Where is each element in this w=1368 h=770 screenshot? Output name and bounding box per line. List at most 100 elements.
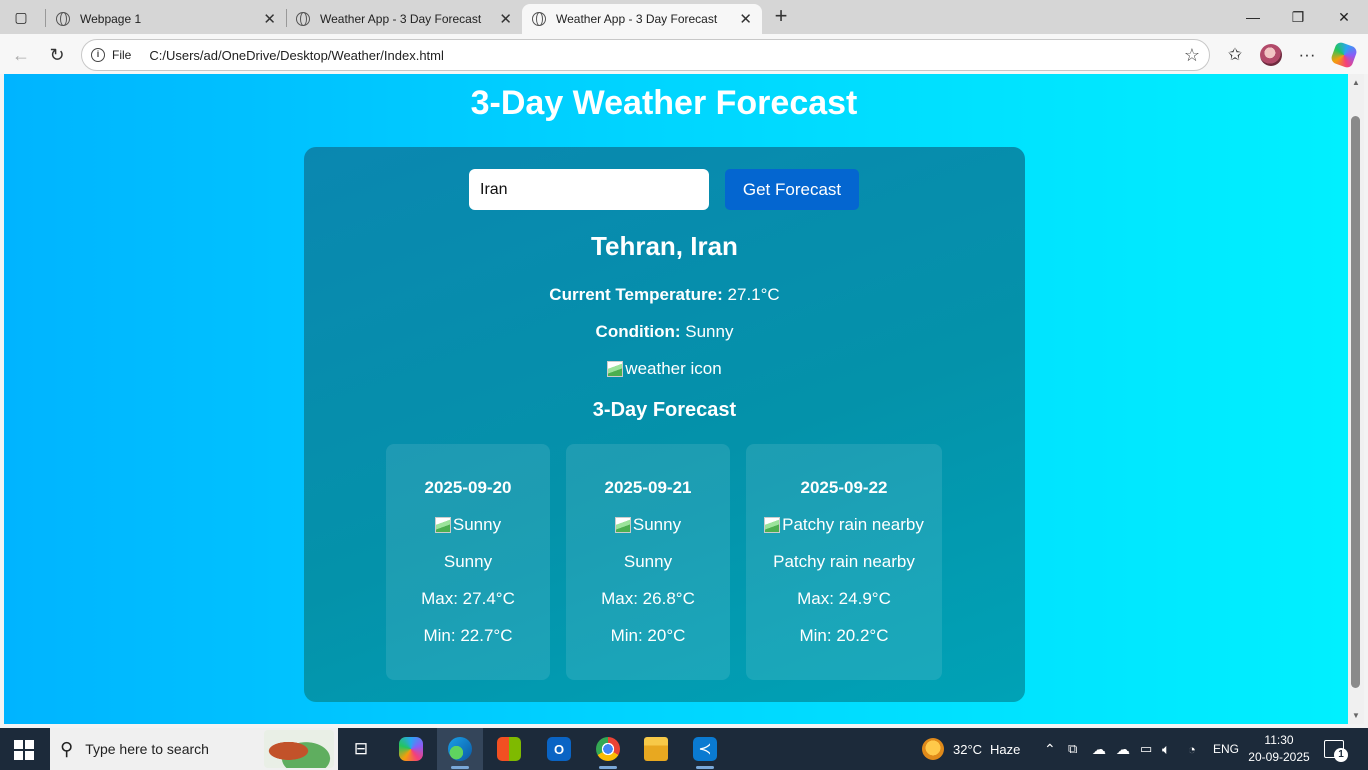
edge-browser-icon[interactable]	[437, 728, 483, 770]
forecast-icon-alt-text: Patchy rain nearby	[782, 515, 924, 534]
show-hidden-icons-chevron-icon[interactable]: ⌃	[1044, 728, 1056, 770]
location-heading: Tehran, Iran	[591, 231, 738, 261]
favorite-star-icon[interactable]: ☆	[1184, 45, 1200, 66]
forecast-max-temp: Max: 27.4°C	[421, 589, 515, 608]
tab-title: Weather App - 3 Day Forecast	[320, 12, 482, 26]
notification-count-badge: 1	[1334, 748, 1348, 762]
copilot-taskbar-icon[interactable]	[388, 728, 434, 770]
forecast-card: Get Forecast Tehran, Iran Current Temper…	[304, 147, 1025, 702]
haze-sun-icon	[922, 738, 944, 760]
maximize-button[interactable]: ❐	[1275, 0, 1321, 34]
scroll-up-arrow-icon[interactable]: ▲	[1352, 78, 1360, 87]
refresh-icon[interactable]: ↻	[44, 42, 70, 68]
forecast-condition: Sunny	[443, 552, 493, 571]
page-title: 3-Day Weather Forecast	[470, 84, 858, 122]
current-temperature-value: 27.1°C	[727, 285, 780, 304]
vscode-icon[interactable]: ≺	[682, 728, 728, 770]
tab-webpage-1[interactable]: Webpage 1 ✕	[46, 4, 286, 34]
meet-now-icon[interactable]: ⧉	[1068, 728, 1077, 770]
favorites-icon[interactable]: ✩	[1221, 41, 1249, 69]
forecast-min-temp: Min: 20°C	[610, 626, 686, 645]
vertical-scrollbar[interactable]: ▲ ▼	[1348, 74, 1364, 724]
taskbar: ⚲ Type here to search ⊟ O ≺ 32°C Haze ⌃ …	[0, 728, 1368, 770]
tab-title: Webpage 1	[80, 12, 142, 26]
search-icon: ⚲	[60, 738, 74, 759]
copilot-icon[interactable]	[1329, 40, 1359, 70]
close-window-button[interactable]: ✕	[1321, 0, 1367, 34]
forecast-icon: Patchy rain nearby	[746, 515, 942, 538]
weather-icon-alt-text: weather icon	[625, 359, 722, 378]
navigation-bar: ← ↻ i File C:/Users/ad/OneDrive/Desktop/…	[0, 34, 1368, 74]
new-tab-button[interactable]: +	[768, 5, 794, 29]
forecast-condition: Patchy rain nearby	[773, 552, 915, 571]
file-scheme-label: File	[112, 48, 132, 62]
forecast-icon: Sunny	[566, 515, 730, 538]
tab-weather-app[interactable]: Weather App - 3 Day Forecast ✕	[286, 4, 522, 34]
forecast-date: 2025-09-20	[424, 478, 512, 497]
task-view-icon[interactable]: ⊟	[338, 728, 384, 770]
location-search-input[interactable]	[469, 169, 709, 210]
taskbar-search-box[interactable]: ⚲ Type here to search	[50, 728, 338, 770]
search-highlight-image	[264, 730, 334, 768]
forecast-condition: Sunny	[623, 552, 673, 571]
system-clock[interactable]: 11:30 20-09-2025	[1246, 732, 1312, 766]
avatar	[1260, 44, 1282, 66]
forecast-icon-alt-text: Sunny	[452, 515, 502, 534]
weather-widget-condition: Haze	[990, 741, 1021, 757]
forecast-heading: 3-Day Forecast	[592, 399, 737, 421]
globe-icon	[532, 12, 546, 26]
forecast-min-temp: Min: 22.7°C	[423, 626, 513, 645]
onedrive-cloud-icon[interactable]: ☁	[1092, 728, 1106, 770]
condition-label: Condition:	[595, 322, 681, 341]
info-icon[interactable]: i	[91, 48, 105, 62]
tab-weather-app-active[interactable]: Weather App - 3 Day Forecast ✕	[522, 4, 762, 34]
language-indicator[interactable]: ENG	[1213, 728, 1239, 770]
forecast-max-temp: Max: 26.8°C	[601, 589, 695, 608]
forecast-max-temp: Max: 24.9°C	[797, 589, 891, 608]
broken-image-icon	[607, 361, 624, 377]
forecast-date: 2025-09-22	[800, 478, 888, 497]
cloud-status-icon[interactable]: ☁	[1116, 728, 1130, 770]
forecast-icon-alt-text: Sunny	[632, 515, 682, 534]
profile-avatar[interactable]	[1257, 41, 1285, 69]
address-bar[interactable]: i File C:/Users/ad/OneDrive/Desktop/Weat…	[81, 39, 1210, 71]
tab-actions-icon[interactable]: ▢	[8, 5, 34, 29]
current-temperature-label: Current Temperature:	[549, 285, 723, 304]
microsoft-store-icon[interactable]	[486, 728, 532, 770]
volume-icon[interactable]: 🔈︎	[1162, 728, 1170, 770]
outlook-icon[interactable]: O	[536, 728, 582, 770]
url-text[interactable]: C:/Users/ad/OneDrive/Desktop/Weather/Ind…	[149, 48, 444, 63]
battery-icon[interactable]: ▭	[1140, 728, 1152, 770]
get-forecast-button[interactable]: Get Forecast	[725, 169, 859, 210]
wifi-icon[interactable]: ◔	[1188, 728, 1196, 770]
scroll-thumb[interactable]	[1351, 116, 1360, 688]
tab-strip: ▢ Webpage 1 ✕ Weather App - 3 Day Foreca…	[0, 0, 1368, 34]
scroll-down-arrow-icon[interactable]: ▼	[1352, 711, 1360, 720]
minimize-button[interactable]: —	[1230, 0, 1276, 34]
more-options-icon[interactable]: ···	[1293, 41, 1321, 69]
clock-time: 11:30	[1264, 733, 1294, 747]
globe-icon	[56, 12, 70, 26]
globe-icon	[296, 12, 310, 26]
forecast-day-card: 2025-09-22 Patchy rain nearby Patchy rai…	[746, 444, 942, 680]
tab-close-icon[interactable]: ✕	[499, 10, 512, 28]
weather-widget-temp: 32°C	[953, 741, 983, 757]
condition-value: Sunny	[685, 322, 734, 341]
forecast-date: 2025-09-21	[604, 478, 692, 497]
forecast-day-card: 2025-09-20 Sunny Sunny Max: 27.4°C Min: …	[386, 444, 550, 680]
forecast-day-card: 2025-09-21 Sunny Sunny Max: 26.8°C Min: …	[566, 444, 730, 680]
back-arrow-icon[interactable]: ←	[8, 42, 34, 68]
broken-image-icon	[614, 517, 631, 533]
broken-image-icon	[764, 517, 781, 533]
chrome-icon[interactable]	[585, 728, 631, 770]
tab-close-icon[interactable]: ✕	[739, 10, 752, 28]
weather-widget[interactable]: 32°C Haze	[922, 728, 1020, 770]
forecast-min-temp: Min: 20.2°C	[799, 626, 889, 645]
forecast-icon: Sunny	[386, 515, 550, 538]
tab-close-icon[interactable]: ✕	[263, 10, 276, 28]
taskbar-search-placeholder: Type here to search	[85, 741, 209, 757]
windows-start-icon[interactable]	[14, 740, 34, 760]
file-explorer-icon[interactable]	[633, 728, 679, 770]
current-condition: Condition: Sunny	[304, 322, 1025, 342]
current-weather-image: weather icon	[304, 359, 1025, 382]
